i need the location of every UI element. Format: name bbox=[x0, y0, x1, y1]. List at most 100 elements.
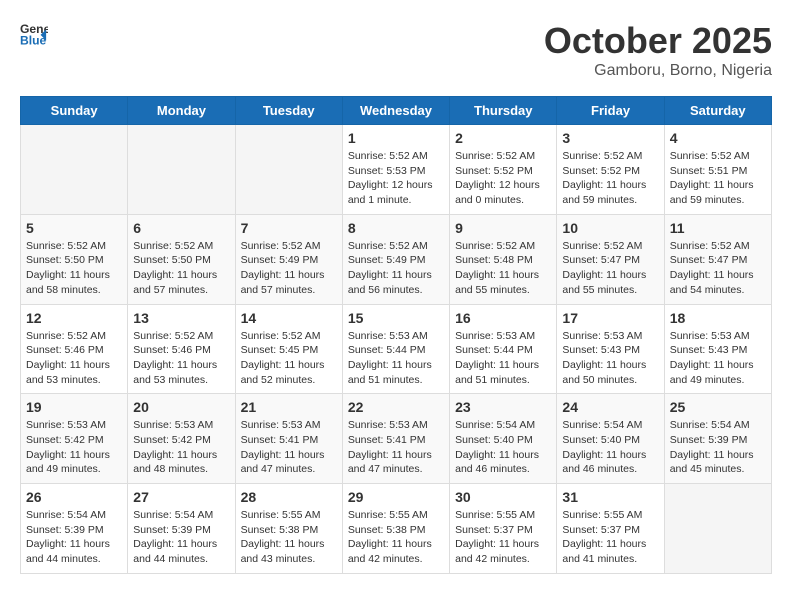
logo-icon: General Blue bbox=[20, 20, 48, 48]
weekday-header-tuesday: Tuesday bbox=[235, 97, 342, 125]
day-number: 14 bbox=[241, 310, 337, 326]
day-number: 22 bbox=[348, 399, 444, 415]
calendar-cell: 30 Sunrise: 5:55 AMSunset: 5:37 PMDayligh… bbox=[450, 484, 557, 574]
calendar-cell: 3 Sunrise: 5:52 AMSunset: 5:52 PMDaylight… bbox=[557, 125, 664, 215]
logo: General Blue bbox=[20, 20, 48, 48]
day-info: Sunrise: 5:55 AMSunset: 5:37 PMDaylight:… bbox=[455, 508, 551, 567]
day-number: 19 bbox=[26, 399, 122, 415]
weekday-header-sunday: Sunday bbox=[21, 97, 128, 125]
calendar-cell: 16 Sunrise: 5:53 AMSunset: 5:44 PMDayligh… bbox=[450, 304, 557, 394]
day-info: Sunrise: 5:52 AMSunset: 5:50 PMDaylight:… bbox=[133, 239, 229, 298]
day-number: 13 bbox=[133, 310, 229, 326]
calendar-cell: 29 Sunrise: 5:55 AMSunset: 5:38 PMDayligh… bbox=[342, 484, 449, 574]
title-area: October 2025 Gamboru, Borno, Nigeria bbox=[544, 20, 772, 80]
day-info: Sunrise: 5:52 AMSunset: 5:48 PMDaylight:… bbox=[455, 239, 551, 298]
calendar-cell: 11 Sunrise: 5:52 AMSunset: 5:47 PMDayligh… bbox=[664, 214, 771, 304]
calendar-week-row: 19 Sunrise: 5:53 AMSunset: 5:42 PMDayligh… bbox=[21, 394, 772, 484]
calendar-cell: 6 Sunrise: 5:52 AMSunset: 5:50 PMDaylight… bbox=[128, 214, 235, 304]
day-number: 17 bbox=[562, 310, 658, 326]
calendar-cell: 27Sunrise: 5:54 AMSunset: 5:39 PMDayligh… bbox=[128, 484, 235, 574]
day-number: 9 bbox=[455, 220, 551, 236]
calendar-cell: 5 Sunrise: 5:52 AMSunset: 5:50 PMDaylight… bbox=[21, 214, 128, 304]
day-number: 25 bbox=[670, 399, 766, 415]
day-number: 23 bbox=[455, 399, 551, 415]
calendar-cell: 13 Sunrise: 5:52 AMSunset: 5:46 PMDayligh… bbox=[128, 304, 235, 394]
day-info: Sunrise: 5:55 AMSunset: 5:38 PMDaylight:… bbox=[241, 508, 337, 567]
day-info: Sunrise: 5:52 AMSunset: 5:52 PMDaylight:… bbox=[562, 149, 658, 208]
day-info: Sunrise: 5:52 AMSunset: 5:46 PMDaylight:… bbox=[133, 329, 229, 388]
day-info: Sunrise: 5:53 AMSunset: 5:44 PMDaylight:… bbox=[455, 329, 551, 388]
calendar-cell: 21 Sunrise: 5:53 AMSunset: 5:41 PMDayligh… bbox=[235, 394, 342, 484]
day-number: 30 bbox=[455, 489, 551, 505]
day-number: 21 bbox=[241, 399, 337, 415]
day-info: Sunrise: 5:54 AMSunset: 5:40 PMDaylight:… bbox=[455, 418, 551, 477]
calendar-cell: 8Sunrise: 5:52 AMSunset: 5:49 PMDaylight… bbox=[342, 214, 449, 304]
day-info: Sunrise: 5:54 AMSunset: 5:39 PMDaylight:… bbox=[670, 418, 766, 477]
calendar-cell: 22Sunrise: 5:53 AMSunset: 5:41 PMDayligh… bbox=[342, 394, 449, 484]
day-number: 26 bbox=[26, 489, 122, 505]
day-number: 28 bbox=[241, 489, 337, 505]
day-number: 7 bbox=[241, 220, 337, 236]
day-number: 3 bbox=[562, 130, 658, 146]
day-number: 6 bbox=[133, 220, 229, 236]
weekday-header-friday: Friday bbox=[557, 97, 664, 125]
calendar-cell: 9 Sunrise: 5:52 AMSunset: 5:48 PMDaylight… bbox=[450, 214, 557, 304]
month-title: October 2025 bbox=[544, 20, 772, 62]
day-info: Sunrise: 5:52 AMSunset: 5:50 PMDaylight:… bbox=[26, 239, 122, 298]
calendar-cell: 15 Sunrise: 5:53 AMSunset: 5:44 PMDayligh… bbox=[342, 304, 449, 394]
day-info: Sunrise: 5:52 AMSunset: 5:51 PMDaylight:… bbox=[670, 149, 766, 208]
day-info: Sunrise: 5:53 AMSunset: 5:44 PMDaylight:… bbox=[348, 329, 444, 388]
weekday-header-saturday: Saturday bbox=[664, 97, 771, 125]
calendar-cell bbox=[235, 125, 342, 215]
calendar-cell: 28 Sunrise: 5:55 AMSunset: 5:38 PMDayligh… bbox=[235, 484, 342, 574]
calendar-cell: 19 Sunrise: 5:53 AMSunset: 5:42 PMDayligh… bbox=[21, 394, 128, 484]
calendar-cell: 10Sunrise: 5:52 AMSunset: 5:47 PMDayligh… bbox=[557, 214, 664, 304]
calendar-cell: 7 Sunrise: 5:52 AMSunset: 5:49 PMDaylight… bbox=[235, 214, 342, 304]
day-info: Sunrise: 5:52 AMSunset: 5:49 PMDaylight:… bbox=[348, 239, 444, 298]
calendar-cell: 24Sunrise: 5:54 AMSunset: 5:40 PMDayligh… bbox=[557, 394, 664, 484]
day-info: Sunrise: 5:54 AMSunset: 5:40 PMDaylight:… bbox=[562, 418, 658, 477]
calendar-cell: 1 Sunrise: 5:52 AMSunset: 5:53 PMDaylight… bbox=[342, 125, 449, 215]
calendar-week-row: 1 Sunrise: 5:52 AMSunset: 5:53 PMDaylight… bbox=[21, 125, 772, 215]
calendar-cell: 20Sunrise: 5:53 AMSunset: 5:42 PMDayligh… bbox=[128, 394, 235, 484]
calendar-table: SundayMondayTuesdayWednesdayThursdayFrid… bbox=[20, 96, 772, 574]
day-number: 2 bbox=[455, 130, 551, 146]
calendar-cell: 18 Sunrise: 5:53 AMSunset: 5:43 PMDayligh… bbox=[664, 304, 771, 394]
weekday-header-row: SundayMondayTuesdayWednesdayThursdayFrid… bbox=[21, 97, 772, 125]
day-info: Sunrise: 5:52 AMSunset: 5:49 PMDaylight:… bbox=[241, 239, 337, 298]
calendar-cell bbox=[128, 125, 235, 215]
calendar-week-row: 26 Sunrise: 5:54 AMSunset: 5:39 PMDayligh… bbox=[21, 484, 772, 574]
day-info: Sunrise: 5:52 AMSunset: 5:45 PMDaylight:… bbox=[241, 329, 337, 388]
day-info: Sunrise: 5:53 AMSunset: 5:41 PMDaylight:… bbox=[241, 418, 337, 477]
calendar-cell: 12Sunrise: 5:52 AMSunset: 5:46 PMDayligh… bbox=[21, 304, 128, 394]
day-info: Sunrise: 5:52 AMSunset: 5:46 PMDaylight:… bbox=[26, 329, 122, 388]
page-header: General Blue October 2025 Gamboru, Borno… bbox=[20, 20, 772, 80]
weekday-header-wednesday: Wednesday bbox=[342, 97, 449, 125]
day-info: Sunrise: 5:53 AMSunset: 5:42 PMDaylight:… bbox=[26, 418, 122, 477]
day-number: 18 bbox=[670, 310, 766, 326]
day-number: 11 bbox=[670, 220, 766, 236]
calendar-cell: 25 Sunrise: 5:54 AMSunset: 5:39 PMDayligh… bbox=[664, 394, 771, 484]
day-info: Sunrise: 5:54 AMSunset: 5:39 PMDaylight:… bbox=[26, 508, 122, 567]
day-info: Sunrise: 5:53 AMSunset: 5:42 PMDaylight:… bbox=[133, 418, 229, 477]
day-info: Sunrise: 5:52 AMSunset: 5:47 PMDaylight:… bbox=[670, 239, 766, 298]
day-number: 5 bbox=[26, 220, 122, 236]
day-info: Sunrise: 5:53 AMSunset: 5:43 PMDaylight:… bbox=[670, 329, 766, 388]
calendar-cell: 23 Sunrise: 5:54 AMSunset: 5:40 PMDayligh… bbox=[450, 394, 557, 484]
day-number: 4 bbox=[670, 130, 766, 146]
day-info: Sunrise: 5:52 AMSunset: 5:53 PMDaylight:… bbox=[348, 149, 444, 208]
day-number: 1 bbox=[348, 130, 444, 146]
day-number: 16 bbox=[455, 310, 551, 326]
calendar-cell: 4 Sunrise: 5:52 AMSunset: 5:51 PMDaylight… bbox=[664, 125, 771, 215]
day-number: 15 bbox=[348, 310, 444, 326]
day-number: 31 bbox=[562, 489, 658, 505]
calendar-cell: 2 Sunrise: 5:52 AMSunset: 5:52 PMDaylight… bbox=[450, 125, 557, 215]
calendar-cell: 31Sunrise: 5:55 AMSunset: 5:37 PMDayligh… bbox=[557, 484, 664, 574]
calendar-cell bbox=[664, 484, 771, 574]
calendar-cell: 26 Sunrise: 5:54 AMSunset: 5:39 PMDayligh… bbox=[21, 484, 128, 574]
day-number: 27 bbox=[133, 489, 229, 505]
day-info: Sunrise: 5:52 AMSunset: 5:52 PMDaylight:… bbox=[455, 149, 551, 208]
day-number: 29 bbox=[348, 489, 444, 505]
calendar-week-row: 5 Sunrise: 5:52 AMSunset: 5:50 PMDaylight… bbox=[21, 214, 772, 304]
day-info: Sunrise: 5:55 AMSunset: 5:38 PMDaylight:… bbox=[348, 508, 444, 567]
